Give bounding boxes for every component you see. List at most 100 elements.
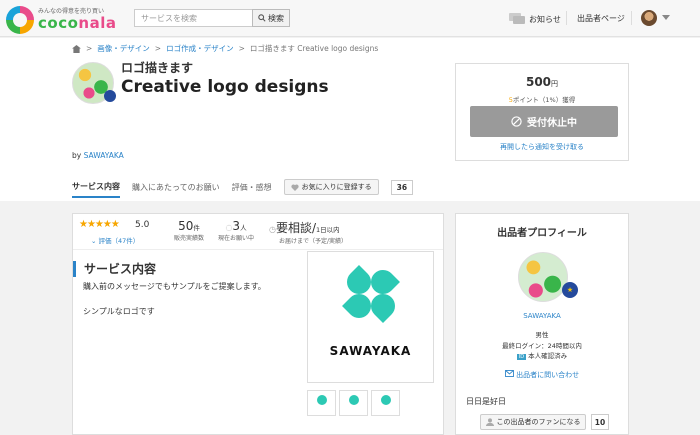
- pending-stat: ◌3人 現在お願い中: [214, 219, 258, 242]
- seller-profile-card: 出品者プロフィール ★ SAWAYAKA 男性 最終ログイン：24時間以内 ID…: [455, 213, 629, 435]
- search-button-label: 検索: [268, 13, 284, 23]
- search-button[interactable]: 検索: [252, 9, 290, 27]
- favorite-count: 36: [390, 179, 414, 195]
- service-tabs: サービス内容 購入にあたってのお願い 評価・感想 お気に入りに登録する 36: [72, 176, 414, 198]
- header-divider: [566, 11, 567, 25]
- seller-profile-title: 出品者プロフィール: [497, 228, 587, 239]
- breadcrumb-separator: >: [238, 44, 245, 53]
- contact-seller-link[interactable]: 出品者に問い合わせ: [456, 370, 628, 380]
- become-fan-label: この出品者のファンになる: [496, 418, 581, 426]
- heart-icon: [290, 183, 299, 191]
- tab-reviews[interactable]: 評価・感想: [232, 182, 272, 193]
- logo-mark-icon: [6, 6, 34, 34]
- add-favorite-button[interactable]: お気に入りに登録する: [283, 179, 379, 195]
- delivery-number: 要相談: [275, 221, 312, 235]
- gallery-thumbnail[interactable]: [339, 390, 368, 416]
- header-divider: [631, 11, 632, 25]
- expert-badge-icon: [104, 90, 116, 102]
- contact-seller-label: 出品者に問い合わせ: [516, 371, 580, 379]
- seller-last-login: 最終ログイン：24時間以内: [502, 342, 582, 350]
- fan-count: 10: [591, 414, 609, 430]
- description-line: 購入前のメッセージでもサンプルをご提案します。: [83, 282, 266, 291]
- gallery-thumbnail[interactable]: [307, 390, 336, 416]
- sales-number: 50: [178, 219, 194, 233]
- closed-button[interactable]: 受付休止中: [470, 106, 618, 137]
- clover-logo-icon: [342, 265, 400, 323]
- points-text: ポイント（1%）獲得: [512, 96, 576, 104]
- notify-resume-link[interactable]: 再開したら通知を受け取る: [456, 142, 628, 152]
- person-icon: [485, 418, 494, 426]
- points-info: 5ポイント（1%）獲得: [456, 94, 628, 104]
- gallery-logo-text: SAWAYAKA: [329, 344, 412, 358]
- breadcrumb-link-design[interactable]: 画像・デザイン: [97, 43, 150, 54]
- stats-bar: ★★★★★ 5.0 ⌄ 評価（47件） 50件 販売実績数 ◌3人 現在お願い中…: [73, 214, 443, 250]
- price-unit: 円: [551, 80, 559, 88]
- clock-icon: ◷: [269, 225, 276, 234]
- seller-gender: 男性: [535, 331, 549, 339]
- closed-button-label: 受付休止中: [527, 118, 577, 129]
- tab-service-content[interactable]: サービス内容: [72, 177, 120, 198]
- search-icon: [258, 14, 266, 22]
- user-avatar[interactable]: [641, 10, 657, 26]
- sales-label: 販売実績数: [173, 235, 204, 242]
- star-badge-icon: ★: [562, 282, 578, 298]
- seller-verified: ID 本人確認済み: [456, 350, 628, 360]
- delivery-label: お届けまで（予定/実績）: [279, 238, 348, 245]
- seller-motto: 日日是好日: [466, 397, 506, 406]
- gallery-thumbnail[interactable]: [371, 390, 400, 416]
- chevron-down-icon[interactable]: [662, 15, 670, 20]
- seller-name-link[interactable]: SAWAYAKA: [456, 312, 628, 320]
- price-box: 500円 5ポイント（1%）獲得 受付休止中 再開したら通知を受け取る: [455, 63, 629, 161]
- pending-label: 現在お願い中: [217, 235, 254, 242]
- breadcrumb-separator: >: [86, 44, 93, 53]
- delivery-sub: 1日以内: [316, 226, 340, 234]
- breadcrumb-separator: >: [154, 44, 162, 53]
- section-title: サービス内容: [73, 261, 156, 277]
- pending-number: 3: [232, 219, 241, 233]
- top-header: みんなの得意を売り買い coconala サービスを検索 検索 お知らせ 出品者…: [0, 0, 700, 37]
- service-detail-card: ★★★★★ 5.0 ⌄ 評価（47件） 50件 販売実績数 ◌3人 現在お願い中…: [72, 213, 444, 435]
- id-check-icon: ID: [516, 354, 527, 360]
- pending-unit: 人: [240, 224, 247, 232]
- reviews-count: 評価（47件）: [98, 237, 140, 245]
- seller-avatar[interactable]: [518, 252, 568, 302]
- logo-wordmark: coconala: [38, 14, 116, 32]
- seller-name-link[interactable]: SAWAYAKA: [84, 151, 124, 160]
- notifications-label: お知らせ: [529, 14, 561, 24]
- price-value: 500: [525, 75, 552, 89]
- breadcrumb: > 画像・デザイン > ロゴ作成・デザイン > ロゴ描きます Creative …: [72, 43, 378, 54]
- add-favorite-label: お気に入りに登録する: [301, 183, 372, 191]
- verified-label: 本人確認済み: [528, 352, 568, 360]
- search-input[interactable]: サービスを検索: [134, 9, 253, 27]
- rating-stars-icon: ★★★★★: [79, 219, 120, 230]
- breadcrumb-link-logo[interactable]: ロゴ作成・デザイン: [166, 43, 234, 54]
- gallery-main-image[interactable]: SAWAYAKA: [307, 251, 434, 383]
- tab-purchase-notes[interactable]: 購入にあたってのお願い: [132, 182, 220, 193]
- sales-stat: 50件 販売実績数: [169, 219, 209, 242]
- gallery-thumbnails: [307, 390, 400, 416]
- rating-value: 5.0: [135, 220, 150, 230]
- chevron-down-icon: ⌄: [91, 237, 99, 245]
- home-icon[interactable]: [72, 44, 81, 53]
- logo-word-main: coco: [38, 14, 79, 32]
- become-fan-button[interactable]: この出品者のファンになる: [480, 414, 586, 430]
- seller-page-label: 出品者ページ: [577, 14, 625, 23]
- service-header: > 画像・デザイン > ロゴ作成・デザイン > ロゴ描きます Creative …: [0, 38, 700, 201]
- notifications-link[interactable]: お知らせ: [509, 13, 561, 25]
- mail-icon: [505, 370, 514, 377]
- chat-bubble-icon: [509, 13, 525, 24]
- logo-word-accent: nala: [78, 14, 117, 32]
- sales-unit: 件: [193, 224, 200, 232]
- description-line: シンプルなロゴです: [83, 307, 155, 316]
- service-subtitle: ロゴ描きます: [121, 61, 194, 75]
- seller-byline: by SAWAYAKA: [72, 151, 124, 160]
- prohibited-icon: [511, 116, 522, 127]
- reviews-link[interactable]: ⌄ 評価（47件）: [91, 235, 139, 245]
- breadcrumb-current: ロゴ描きます Creative logo designs: [249, 44, 379, 53]
- coconala-logo[interactable]: みんなの得意を売り買い coconala: [6, 4, 126, 34]
- seller-page-link[interactable]: 出品者ページ: [577, 13, 625, 24]
- price: 500円: [456, 75, 628, 89]
- service-title: Creative logo designs: [121, 77, 329, 97]
- delivery-stat: ◷要相談/1日以内 お届けまで（予定/実績）: [269, 219, 364, 245]
- byline-prefix: by: [72, 151, 82, 160]
